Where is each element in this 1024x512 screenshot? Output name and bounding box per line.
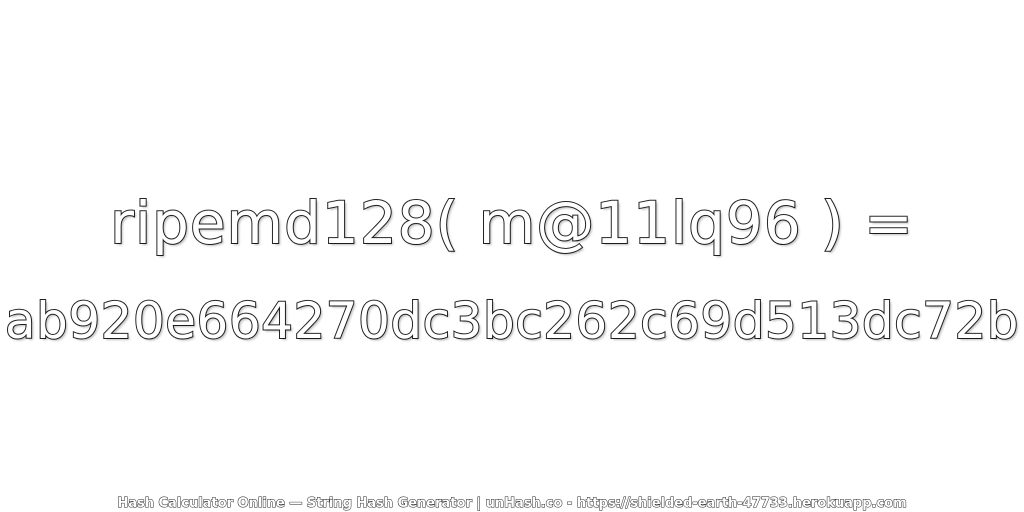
hash-image-canvas: ripemd128( m@11lq96 ) = ab920e664270dc3b…	[0, 0, 1024, 512]
hash-result: ab920e664270dc3bc262c69d513dc72b	[4, 291, 1020, 351]
hash-expression: ripemd128( m@11lq96 ) =	[109, 188, 914, 258]
footer-caption: Hash Calculator Online — String Hash Gen…	[117, 496, 907, 512]
